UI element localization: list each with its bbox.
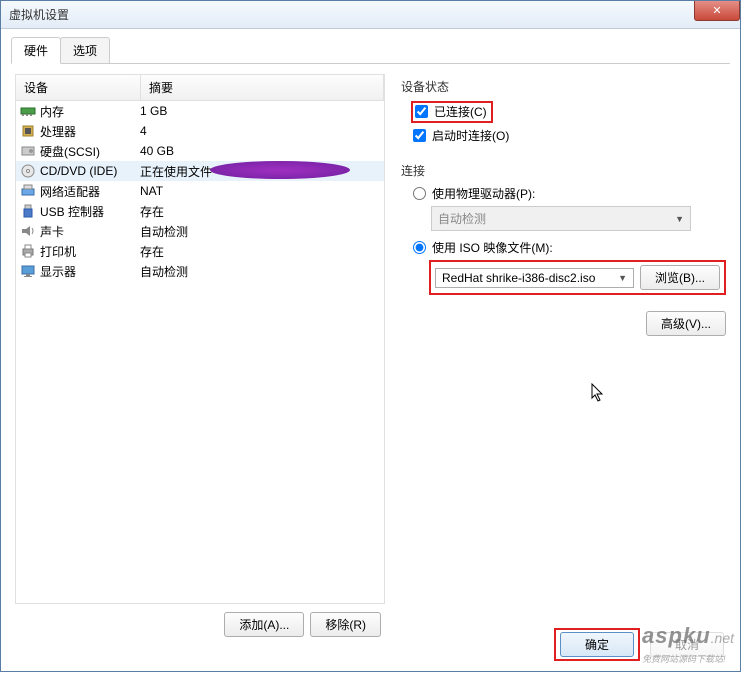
connected-highlight: 已连接(C)	[411, 101, 493, 123]
device-row-network[interactable]: 网络适配器 NAT	[16, 181, 384, 201]
connection-group: 连接 使用物理驱动器(P): 自动检测 ▼ 使用 ISO 映像文件(M):	[401, 162, 726, 336]
iso-dropdown[interactable]: RedHat shrike-i386-disc2.iso ▼	[435, 268, 634, 288]
memory-icon	[20, 103, 36, 119]
connected-checkbox[interactable]	[415, 105, 428, 118]
tab-options[interactable]: 选项	[60, 37, 110, 63]
device-row-processor[interactable]: 处理器 4	[16, 121, 384, 141]
disk-icon	[20, 143, 36, 159]
list-header: 设备 摘要	[16, 75, 384, 101]
footer-buttons: 确定 取消	[554, 628, 724, 661]
chevron-down-icon: ▼	[675, 214, 684, 224]
browse-button[interactable]: 浏览(B)...	[640, 265, 720, 290]
titlebar[interactable]: 虚拟机设置 ✕	[1, 1, 740, 29]
device-name: CD/DVD (IDE)	[40, 164, 140, 178]
device-summary: 自动检测	[140, 263, 380, 280]
physical-label: 使用物理驱动器(P):	[432, 185, 535, 202]
device-summary: 正在使用文件	[140, 163, 380, 180]
device-row-display[interactable]: 显示器 自动检测	[16, 261, 384, 281]
device-name: 打印机	[40, 243, 140, 260]
remove-button[interactable]: 移除(R)	[310, 612, 381, 637]
list-body: 内存 1 GB 处理器 4 硬盘(SCSI) 40 GB	[16, 101, 384, 281]
device-name: 网络适配器	[40, 183, 140, 200]
tab-hardware[interactable]: 硬件	[11, 37, 61, 64]
connected-label: 已连接(C)	[434, 103, 487, 120]
chevron-down-icon[interactable]: ▼	[618, 273, 627, 283]
autodetect-label: 自动检测	[438, 210, 486, 227]
window-title: 虚拟机设置	[9, 6, 69, 23]
device-summary: NAT	[140, 184, 380, 198]
device-row-usb[interactable]: USB 控制器 存在	[16, 201, 384, 221]
connect-on-power-label: 启动时连接(O)	[432, 127, 509, 144]
redacted-blob	[210, 161, 350, 179]
cancel-area: 取消	[650, 632, 724, 657]
ok-button[interactable]: 确定	[560, 632, 634, 657]
processor-icon	[20, 123, 36, 139]
header-device[interactable]: 设备	[16, 75, 141, 100]
device-row-memory[interactable]: 内存 1 GB	[16, 101, 384, 121]
iso-highlight: RedHat shrike-i386-disc2.iso ▼ 浏览(B)...	[429, 260, 726, 295]
iso-label: 使用 ISO 映像文件(M):	[432, 239, 553, 256]
connect-on-power-checkbox[interactable]	[413, 129, 426, 142]
device-summary: 1 GB	[140, 104, 380, 118]
settings-window: 虚拟机设置 ✕ 硬件 选项 设备 摘要 内存	[0, 0, 741, 672]
iso-value: RedHat shrike-i386-disc2.iso	[442, 271, 595, 285]
device-name: USB 控制器	[40, 203, 140, 220]
device-summary: 自动检测	[140, 223, 380, 240]
ok-highlight: 确定	[554, 628, 640, 661]
device-name: 硬盘(SCSI)	[40, 143, 140, 160]
device-name: 显示器	[40, 263, 140, 280]
device-row-printer[interactable]: 打印机 存在	[16, 241, 384, 261]
device-summary: 4	[140, 124, 380, 138]
device-summary: 存在	[140, 203, 380, 220]
connection-group-title: 连接	[401, 162, 726, 179]
content-area: 硬件 选项 设备 摘要 内存 1 GB	[1, 29, 740, 651]
usb-icon	[20, 203, 36, 219]
advanced-button[interactable]: 高级(V)...	[646, 311, 726, 336]
device-summary: 存在	[140, 243, 380, 260]
iso-radio[interactable]	[413, 241, 426, 254]
network-icon	[20, 183, 36, 199]
advanced-row: 高级(V)...	[401, 311, 726, 336]
left-button-row: 添加(A)... 移除(R)	[15, 612, 385, 637]
physical-radio[interactable]	[413, 187, 426, 200]
device-name: 声卡	[40, 223, 140, 240]
header-summary[interactable]: 摘要	[141, 75, 384, 100]
status-group-title: 设备状态	[401, 78, 726, 95]
printer-icon	[20, 243, 36, 259]
device-name: 处理器	[40, 123, 140, 140]
right-panel: 设备状态 已连接(C) 启动时连接(O) 连接	[401, 74, 726, 637]
cancel-button[interactable]: 取消	[650, 632, 724, 657]
main-panel: 设备 摘要 内存 1 GB 处理器 4	[11, 68, 730, 643]
device-summary: 40 GB	[140, 144, 380, 158]
device-row-disk[interactable]: 硬盘(SCSI) 40 GB	[16, 141, 384, 161]
close-button[interactable]: ✕	[694, 1, 740, 21]
sound-icon	[20, 223, 36, 239]
left-panel: 设备 摘要 内存 1 GB 处理器 4	[15, 74, 385, 637]
close-icon: ✕	[712, 4, 721, 17]
device-list: 设备 摘要 内存 1 GB 处理器 4	[15, 74, 385, 604]
display-icon	[20, 263, 36, 279]
device-name: 内存	[40, 103, 140, 120]
cd-icon	[20, 163, 36, 179]
status-group: 设备状态 已连接(C) 启动时连接(O)	[401, 78, 726, 144]
physical-dropdown: 自动检测 ▼	[431, 206, 691, 231]
device-row-cddvd[interactable]: CD/DVD (IDE) 正在使用文件	[16, 161, 384, 181]
add-button[interactable]: 添加(A)...	[224, 612, 304, 637]
device-row-sound[interactable]: 声卡 自动检测	[16, 221, 384, 241]
tab-bar: 硬件 选项	[11, 37, 730, 64]
